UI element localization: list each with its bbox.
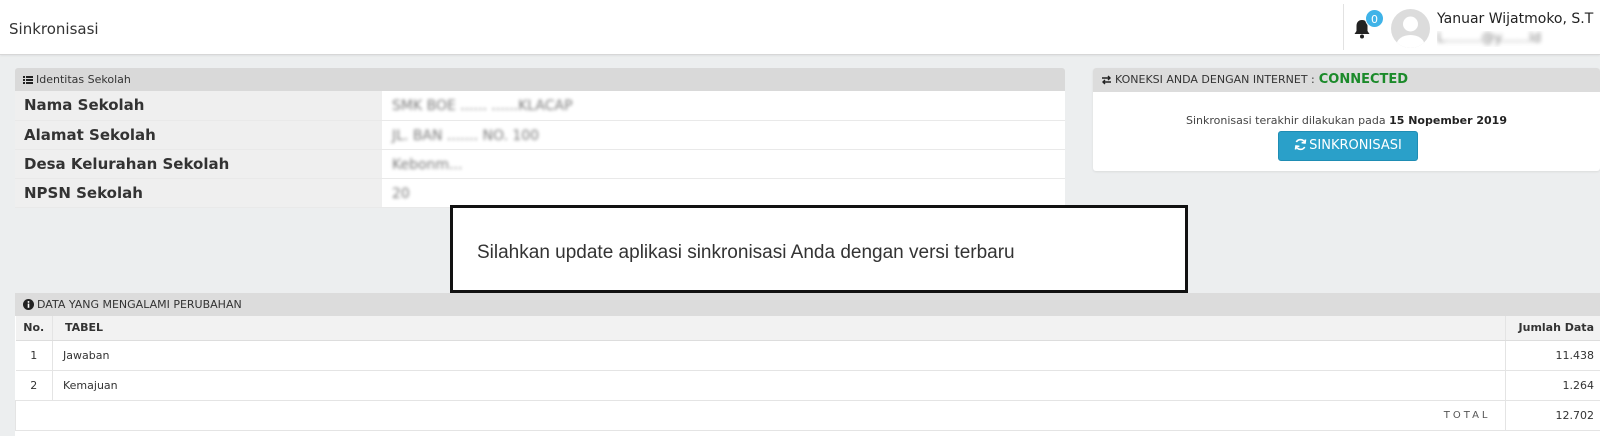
identity-value-text: 20 [392,185,410,202]
identity-value: SMK BOE ...... ......KLACAP [382,91,1065,121]
table-row: 2 Kemajuan 1.264 [15,370,1600,401]
row-count: 11.438 [1504,340,1600,371]
page-title: Sinkronisasi [9,20,99,38]
row-count: 1.264 [1504,370,1600,401]
exchange-icon [1102,75,1111,85]
sync-button[interactable]: SINKRONISASI [1278,131,1418,161]
connection-status: CONNECTED [1318,72,1409,87]
identity-value: Kebonm... [382,149,1065,179]
changed-data-title: DATA YANG MENGALAMI PERUBAHAN [37,298,242,311]
changed-data-table: No. TABEL Jumlah Data 1 Jawaban 11.438 2… [15,316,1600,431]
update-message-text: Silahkan update aplikasi sinkronisasi An… [477,242,1015,263]
changed-data-header: DATA YANG MENGALAMI PERUBAHAN [15,293,1600,316]
avatar[interactable] [1391,9,1430,48]
update-message-popup: Silahkan update aplikasi sinkronisasi An… [450,205,1188,293]
user-email-text: L.........@y.......ld [1437,31,1542,46]
changed-data-panel: DATA YANG MENGALAMI PERUBAHAN No. TABEL … [15,293,1600,436]
identity-row: Nama Sekolah SMK BOE ...... ......KLACAP [15,91,1065,121]
identity-value-text: JL. BAN ....... NO. 100 [392,127,540,144]
identity-value: JL. BAN ....... NO. 100 [382,120,1065,150]
column-header-count[interactable]: Jumlah Data [1504,316,1600,341]
identity-row: Alamat Sekolah JL. BAN ....... NO. 100 [15,120,1065,150]
column-header-table[interactable]: TABEL [52,316,1505,341]
identity-label: Alamat Sekolah [15,120,382,150]
identity-row: Desa Kelurahan Sekolah Kebonm... [15,149,1065,179]
row-no: 1 [15,340,53,371]
top-header: Sinkronisasi 0 Yanuar Wijatmoko, S.T L..… [0,0,1600,55]
list-icon [23,76,33,84]
notification-badge[interactable]: 0 [1365,9,1384,28]
identity-panel-header: Identitas Sekolah [15,68,1065,91]
column-header-no[interactable]: No. [15,316,53,341]
identity-panel-title: Identitas Sekolah [36,73,131,86]
last-sync-text: Sinkronisasi terakhir dilakukan pada 15 … [1093,114,1600,127]
table-row: 1 Jawaban 11.438 [15,340,1600,371]
total-value: 12.702 [1504,400,1600,431]
identity-row: NPSN Sekolah 20 [15,178,1065,208]
total-label: TOTAL [15,400,1505,431]
identity-value: 20 [382,178,1065,208]
identity-label: Nama Sekolah [15,91,382,121]
sync-button-label: SINKRONISASI [1309,138,1402,153]
total-row: TOTAL 12.702 [15,400,1600,431]
row-table: Kemajuan [52,370,1505,401]
last-sync-prefix: Sinkronisasi terakhir dilakukan pada [1185,114,1386,127]
row-table: Jawaban [52,340,1505,371]
row-no: 2 [15,370,53,401]
identity-label: NPSN Sekolah [15,178,382,208]
identity-value-text: Kebonm... [392,156,463,173]
identity-table: Nama Sekolah SMK BOE ...... ......KLACAP… [15,91,1065,208]
refresh-icon [1294,138,1307,151]
identity-value-text: SMK BOE ...... ......KLACAP [392,98,573,115]
header-divider [1343,4,1344,50]
user-email: L.........@y.......ld [1437,31,1597,47]
connection-panel-title: KONEKSI ANDA DENGAN INTERNET : [1115,73,1315,86]
identity-panel: Identitas Sekolah Nama Sekolah SMK BOE .… [15,68,1065,208]
info-icon [23,299,34,310]
table-header-row: No. TABEL Jumlah Data [15,316,1600,341]
user-name[interactable]: Yanuar Wijatmoko, S.T [1437,11,1593,27]
user-avatar-icon [1396,16,1425,48]
identity-label: Desa Kelurahan Sekolah [15,149,382,179]
last-sync-date: 15 Nopember 2019 [1389,114,1507,127]
connection-panel-header: KONEKSI ANDA DENGAN INTERNET : CONNECTED [1093,68,1600,92]
